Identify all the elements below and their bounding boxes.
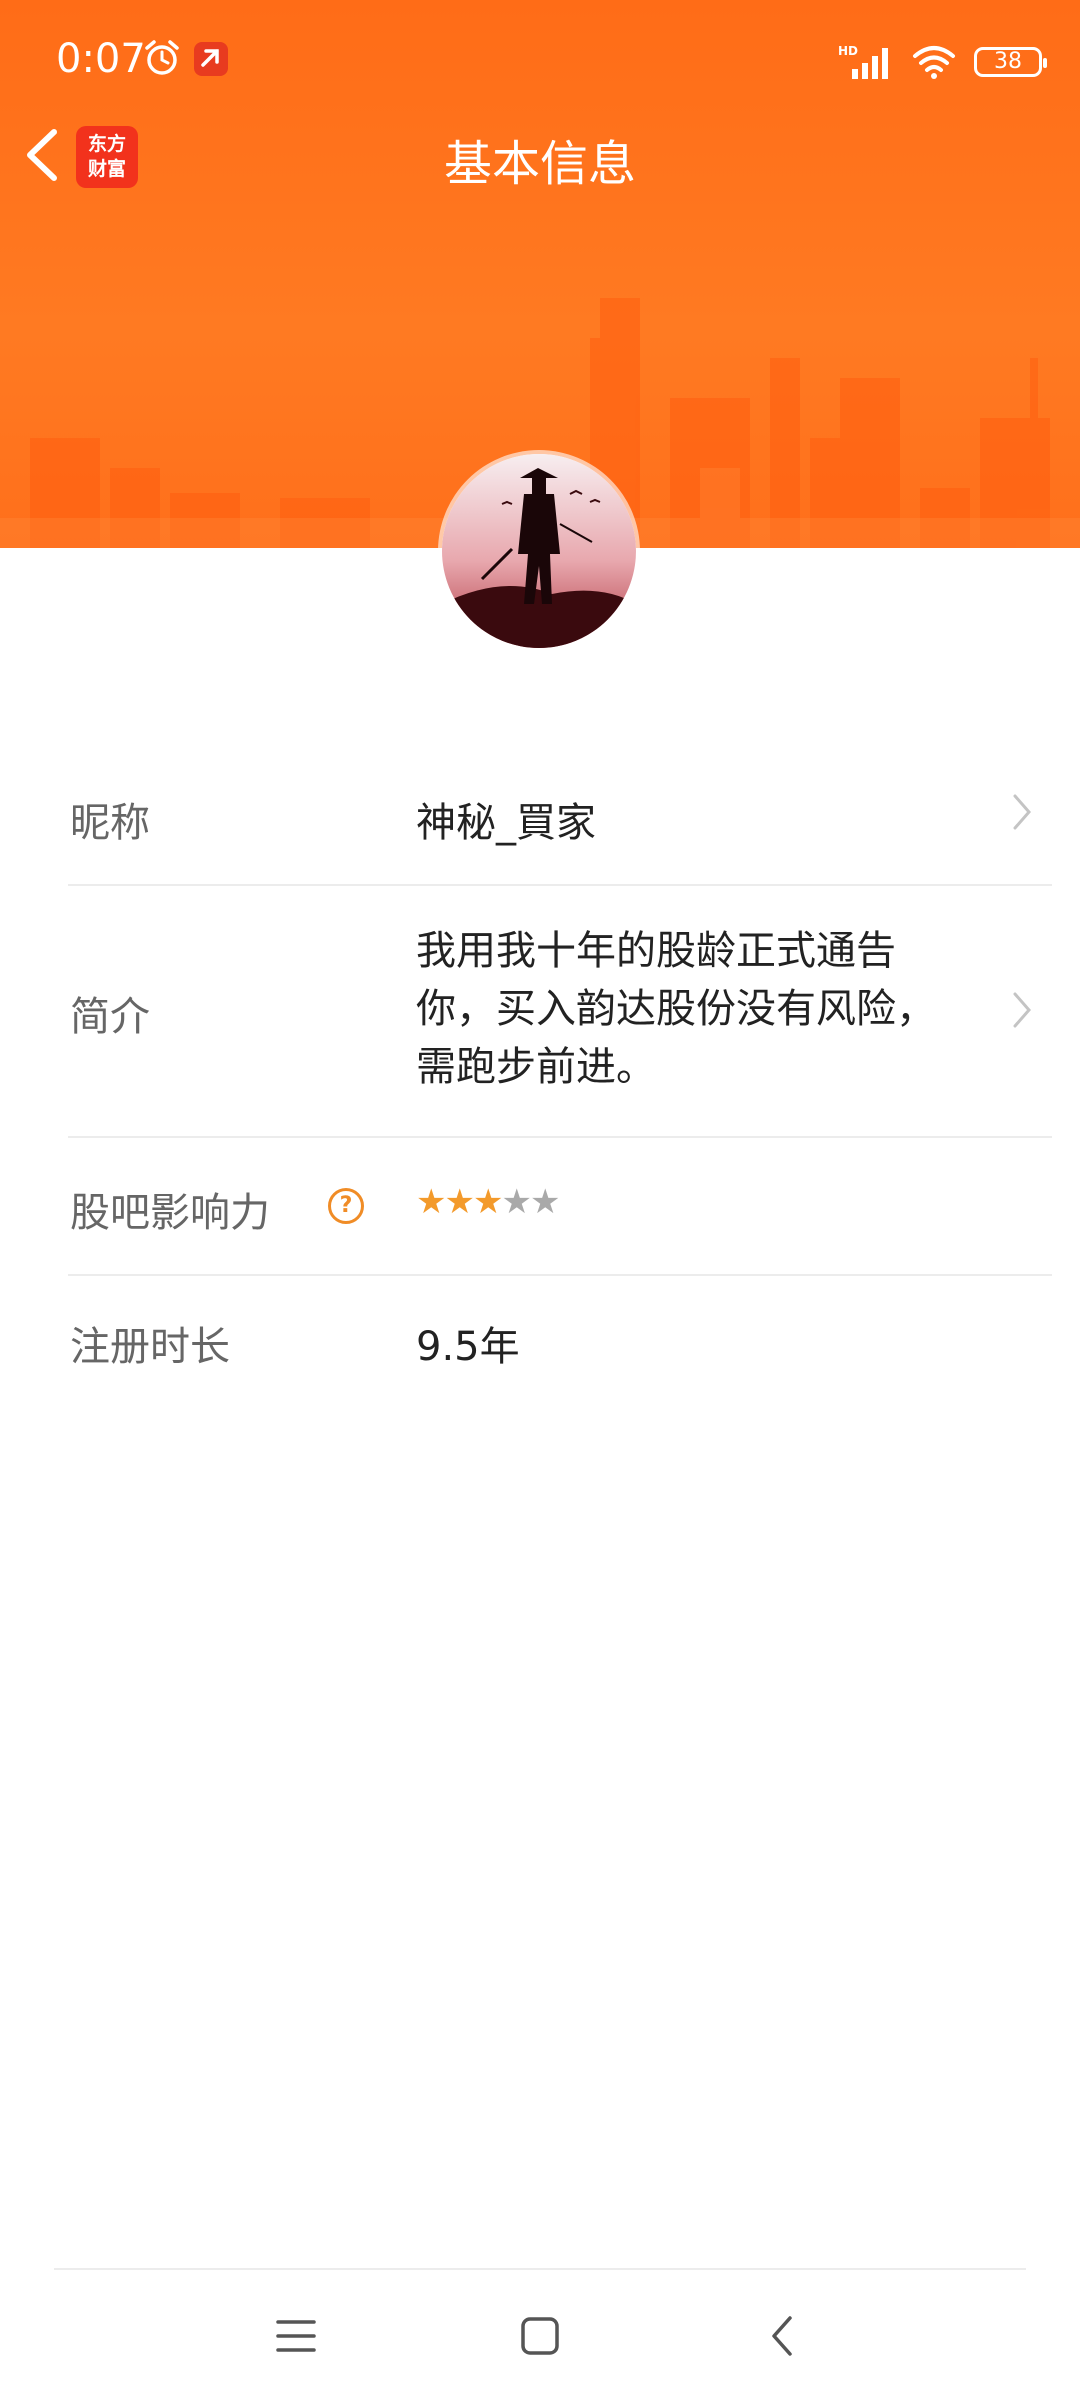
notification-app-icon: [194, 42, 228, 76]
status-bar: 0:07 HD 38: [0, 0, 1080, 120]
chevron-right-icon: [1013, 992, 1031, 1028]
registration-label: 注册时长: [70, 1324, 230, 1370]
star-filled-icon: ★: [444, 1182, 475, 1222]
battery-level: 38: [994, 49, 1022, 74]
status-time: 0:07: [56, 36, 146, 82]
bio-row[interactable]: 简介 我用我十年的股龄正式通告 你，买入韵达股份没有风险， 需跑步前进。: [68, 884, 1052, 1138]
bio-label: 简介: [70, 994, 150, 1040]
registration-value: 9.5年: [416, 1324, 520, 1370]
back-nav-button[interactable]: [744, 2296, 824, 2376]
nickname-value: 神秘_買家: [416, 800, 596, 846]
back-triangle-icon: [772, 2316, 792, 2356]
chevron-right-icon: [1013, 794, 1031, 830]
bio-line: 你，买入韵达股份没有风险，: [416, 986, 936, 1032]
menu-icon: [276, 2320, 316, 2352]
star-filled-icon: ★: [472, 1182, 504, 1222]
registration-row: 注册时长 9.5年: [68, 1274, 1052, 1414]
influence-label: 股吧影响力: [70, 1190, 270, 1236]
help-icon[interactable]: ?: [328, 1188, 364, 1224]
cell-signal-icon: HD: [838, 44, 888, 79]
bio-line: 我用我十年的股龄正式通告: [416, 928, 896, 974]
influence-stars: ★★★★★: [416, 1182, 561, 1222]
samurai-avatar-image: [442, 454, 636, 648]
home-nav-button[interactable]: [500, 2296, 580, 2376]
svg-text:HD: HD: [838, 44, 858, 58]
battery-icon: 38: [974, 47, 1047, 77]
nickname-row[interactable]: 昵称 神秘_買家: [68, 740, 1052, 886]
star-empty-icon: ★: [501, 1182, 532, 1222]
star-empty-icon: ★: [529, 1182, 561, 1222]
alarm-icon: [145, 40, 179, 75]
wifi-icon: [913, 46, 955, 79]
page-title: 基本信息: [443, 136, 636, 192]
menu-nav-button[interactable]: [256, 2296, 336, 2376]
star-filled-icon: ★: [416, 1182, 447, 1222]
avatar[interactable]: [442, 454, 636, 648]
nickname-label: 昵称: [70, 800, 150, 846]
nav-divider: [54, 2268, 1026, 2270]
home-square-icon: [521, 2317, 559, 2355]
bio-text: 我用我十年的股龄正式通告 你，买入韵达股份没有风险， 需跑步前进。: [416, 922, 1006, 1096]
bio-line: 需跑步前进。: [416, 1044, 656, 1090]
influence-row: 股吧影响力 ? ★★★★★: [68, 1136, 1052, 1276]
